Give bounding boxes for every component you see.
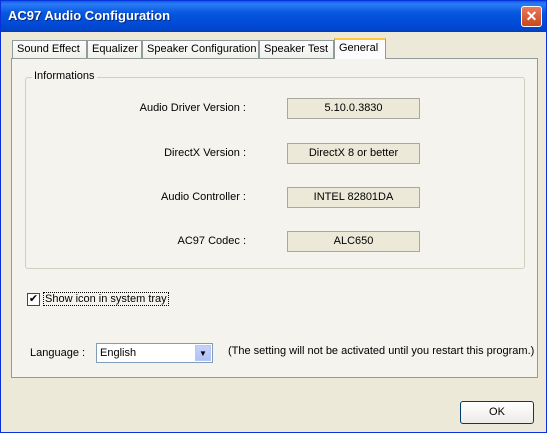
tab-speaker-test[interactable]: Speaker Test — [259, 40, 334, 58]
show-tray-icon-label[interactable]: Show icon in system tray — [43, 292, 169, 306]
tab-general[interactable]: General — [334, 38, 386, 59]
tab-sound-effect[interactable]: Sound Effect — [12, 40, 87, 58]
checkmark-icon: ✔ — [28, 293, 39, 305]
dropdown-arrow-button[interactable]: ▼ — [195, 345, 211, 361]
ok-button[interactable]: OK — [460, 401, 534, 424]
audio-controller-value: INTEL 82801DA — [287, 187, 420, 208]
language-label: Language : — [30, 347, 86, 359]
ac97-codec-value: ALC650 — [287, 231, 420, 252]
directx-version-value: DirectX 8 or better — [287, 143, 420, 164]
close-button[interactable]: ✕ — [521, 6, 542, 27]
informations-group: Informations Audio Driver Version : 5.10… — [25, 70, 525, 269]
tab-equalizer[interactable]: Equalizer — [87, 40, 142, 58]
close-icon: ✕ — [525, 8, 538, 24]
language-selected-value: English — [100, 347, 137, 359]
audio-driver-version-value: 5.10.0.3830 — [287, 98, 420, 119]
directx-version-label: DirectX Version : — [164, 147, 246, 159]
chevron-down-icon: ▼ — [199, 349, 207, 358]
title-bar[interactable]: AC97 Audio Configuration ✕ — [1, 1, 546, 32]
language-restart-note: (The setting will not be activated until… — [228, 345, 535, 357]
audio-driver-version-label: Audio Driver Version : — [139, 102, 246, 114]
general-tab-panel: Informations Audio Driver Version : 5.10… — [11, 58, 538, 378]
dialog-window: AC97 Audio Configuration ✕ Sound Effect … — [0, 0, 547, 433]
audio-controller-label: Audio Controller : — [161, 191, 246, 203]
informations-group-label: Informations — [32, 70, 97, 82]
window-title: AC97 Audio Configuration — [8, 8, 171, 23]
ac97-codec-label: AC97 Codec : — [177, 235, 246, 247]
tab-speaker-configuration[interactable]: Speaker Configuration — [142, 40, 259, 58]
show-tray-icon-checkbox[interactable]: ✔ — [27, 293, 40, 306]
language-select[interactable]: English ▼ — [96, 343, 213, 363]
